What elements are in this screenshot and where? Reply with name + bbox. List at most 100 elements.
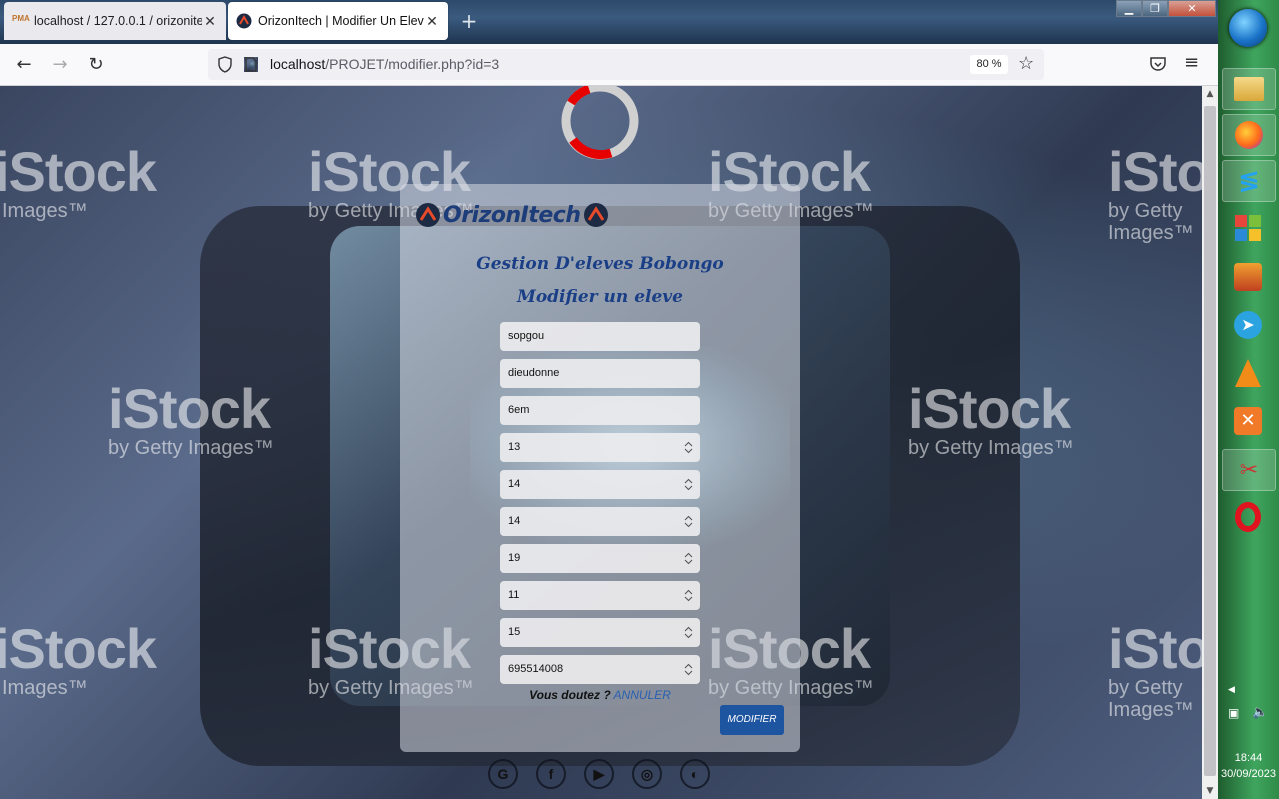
network-icon[interactable]: ▣ <box>1228 706 1239 720</box>
page-content: iStock Images™ iStock by Getty Images™ iSt… <box>0 86 1202 799</box>
number-stepper-icon[interactable] <box>684 441 693 454</box>
xampp-icon[interactable]: ✕ <box>1222 401 1274 441</box>
tab-title: OrizonItech | Modifier Un Eleves <box>258 14 424 28</box>
scroll-down-icon[interactable]: ▼ <box>1202 783 1218 799</box>
number-stepper-icon[interactable] <box>684 589 693 602</box>
vscode-icon[interactable]: ≶ <box>1222 160 1276 202</box>
reload-button[interactable]: ↻ <box>84 53 108 77</box>
snipping-tool-icon[interactable]: ✂ <box>1222 449 1276 491</box>
browser-window: PMA localhost / 127.0.0.1 / orizonitech … <box>0 0 1218 799</box>
scrollbar-thumb[interactable] <box>1204 106 1216 776</box>
note1-field[interactable]: 13 <box>500 433 700 462</box>
navigation-bar: ← → ↻ localhost/PROJET/modifier.php?id=3… <box>0 44 1218 86</box>
window-controls: ▁ ❐ ✕ <box>1116 0 1216 17</box>
number-stepper-icon[interactable] <box>684 515 693 528</box>
office-icon[interactable] <box>1222 208 1274 248</box>
note6-field[interactable]: 15 <box>500 618 700 647</box>
watermark: iStockby Getty Images™ <box>1108 140 1202 245</box>
maximize-button[interactable]: ❐ <box>1142 0 1168 17</box>
scroll-up-icon[interactable]: ▲ <box>1202 86 1218 102</box>
brand-name: OrizonItech <box>443 202 581 228</box>
site-favicon-icon <box>236 13 252 29</box>
zoom-level[interactable]: 80 % <box>970 55 1008 74</box>
facebook-icon[interactable]: f <box>536 759 566 789</box>
loading-spinner-icon <box>561 86 639 160</box>
brand-logo-icon <box>583 203 608 227</box>
telegram-icon[interactable]: ➤ <box>1222 305 1274 345</box>
cancel-link[interactable]: ANNULER <box>614 688 671 702</box>
note3-field[interactable]: 14 <box>500 507 700 536</box>
pocket-icon[interactable] <box>1148 54 1168 74</box>
edit-form-card: OrizonItech Gestion D'eleves Bobongo Mod… <box>400 184 800 752</box>
number-stepper-icon[interactable] <box>684 663 693 676</box>
note4-field[interactable]: 19 <box>500 544 700 573</box>
tab-bar: PMA localhost / 127.0.0.1 / orizonitech … <box>0 0 1218 44</box>
url-path: /PROJET/modifier.php?id=3 <box>325 56 500 72</box>
clock-time: 18:44 <box>1234 752 1263 764</box>
url-text[interactable]: localhost/PROJET/modifier.php?id=3 <box>270 56 499 72</box>
close-tab-icon[interactable]: ✕ <box>424 13 440 30</box>
google-icon[interactable]: G <box>488 759 518 789</box>
close-tab-icon[interactable]: ✕ <box>202 13 218 30</box>
tab-modifier-eleves[interactable]: OrizonItech | Modifier Un Eleves ✕ <box>228 2 448 40</box>
telephone-value: 695514008 <box>508 663 564 675</box>
watermark: iStockby Getty Images™ <box>1108 617 1202 722</box>
note4-value: 19 <box>508 552 521 564</box>
vertical-scrollbar[interactable]: ▲ ▼ <box>1202 86 1218 799</box>
start-button[interactable] <box>1229 9 1267 47</box>
tab-phpmyadmin[interactable]: PMA localhost / 127.0.0.1 / orizonitech … <box>4 2 226 40</box>
youtube-icon[interactable]: ▶ <box>584 759 614 789</box>
nom-field[interactable]: sopgou <box>500 322 700 351</box>
brand-logo-icon <box>416 203 440 227</box>
watermark: iStockby Getty Images™ <box>908 377 1074 460</box>
cancel-prompt: Vous doutez ? ANNULER <box>400 688 800 702</box>
tab-title: localhost / 127.0.0.1 / orizonitech <box>34 14 202 28</box>
github-icon[interactable]: ◐ <box>680 759 710 789</box>
minimize-button[interactable]: ▁ <box>1116 0 1142 17</box>
note5-value: 11 <box>508 589 520 601</box>
bookmark-star-icon[interactable]: ☆ <box>1018 53 1034 74</box>
classe-field[interactable]: 6em <box>500 396 700 425</box>
close-window-button[interactable]: ✕ <box>1168 0 1216 17</box>
vlc-icon[interactable] <box>1222 353 1274 393</box>
watermark: iStockby Getty Images™ <box>108 377 274 460</box>
show-hidden-icons[interactable]: ◀ <box>1228 684 1235 695</box>
doubt-mark: ? <box>603 688 611 702</box>
brand-logo: OrizonItech <box>415 200 609 230</box>
phpmyadmin-icon: PMA <box>12 14 30 23</box>
game-icon[interactable] <box>1222 257 1274 297</box>
opera-icon[interactable] <box>1222 497 1274 537</box>
modifier-button[interactable]: MODIFIER <box>720 705 784 735</box>
watermark: iStock Images™ <box>0 617 157 700</box>
doubt-text: Vous doutez <box>529 688 600 702</box>
prenom-field[interactable]: dieudonne <box>500 359 700 388</box>
back-button[interactable]: ← <box>12 53 36 77</box>
telephone-field[interactable]: 695514008 <box>500 655 700 684</box>
instagram-icon[interactable]: ◎ <box>632 759 662 789</box>
note5-field[interactable]: 11 <box>500 581 700 610</box>
clock-date: 30/09/2023 <box>1220 768 1277 780</box>
note3-value: 14 <box>508 515 521 527</box>
firefox-icon[interactable] <box>1222 114 1276 156</box>
watermark: iStock Images™ <box>0 140 157 223</box>
number-stepper-icon[interactable] <box>684 552 693 565</box>
url-host: localhost <box>270 56 326 72</box>
page-info-icon[interactable] <box>244 57 258 72</box>
file-explorer-icon[interactable] <box>1222 68 1276 110</box>
number-stepper-icon[interactable] <box>684 626 693 639</box>
note2-value: 14 <box>508 478 521 490</box>
shield-icon[interactable] <box>217 56 233 73</box>
page-heading: Gestion D'eleves Bobongo <box>476 254 724 274</box>
note2-field[interactable]: 14 <box>500 470 700 499</box>
note6-value: 15 <box>508 626 521 638</box>
address-bar[interactable]: localhost/PROJET/modifier.php?id=3 80 % … <box>208 49 1044 80</box>
windows-taskbar: ≶ ➤ ✕ ✂ ◀ ▣ 🔈 18:44 30/09/2023 <box>1218 0 1279 799</box>
note1-value: 13 <box>508 441 521 453</box>
taskbar-clock[interactable]: 18:44 30/09/2023 <box>1218 750 1279 782</box>
number-stepper-icon[interactable] <box>684 478 693 491</box>
page-subheading: Modifier un eleve <box>517 287 683 307</box>
new-tab-button[interactable]: + <box>458 10 480 32</box>
forward-button[interactable]: → <box>48 53 72 77</box>
volume-icon[interactable]: 🔈 <box>1252 704 1268 720</box>
hamburger-menu-icon[interactable]: ≡ <box>1184 53 1204 73</box>
